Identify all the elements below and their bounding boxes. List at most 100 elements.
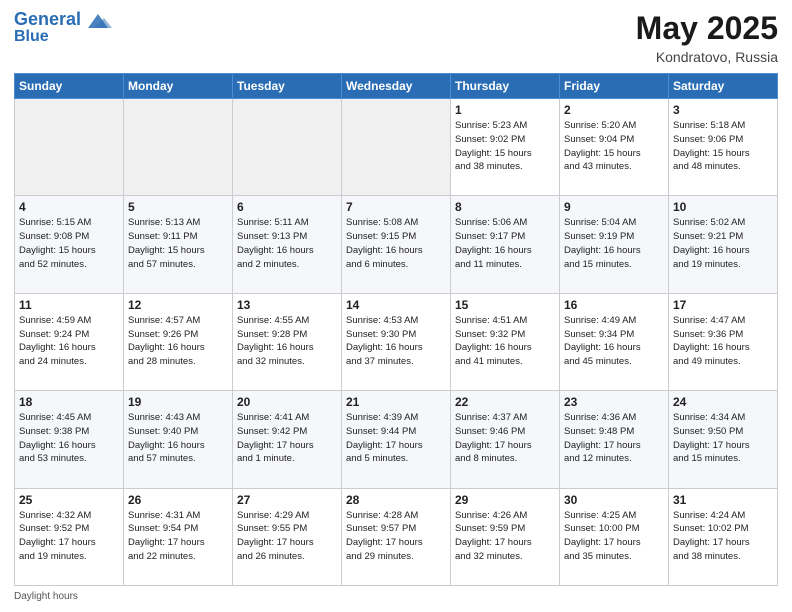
calendar-week-3: 11 Sunrise: 4:59 AMSunset: 9:24 PMDayligh… bbox=[15, 293, 778, 390]
calendar-cell bbox=[342, 99, 451, 196]
day-number: 4 bbox=[19, 200, 119, 214]
day-number: 26 bbox=[128, 493, 228, 507]
col-friday: Friday bbox=[560, 74, 669, 99]
day-number: 29 bbox=[455, 493, 555, 507]
day-info: Sunrise: 4:28 AMSunset: 9:57 PMDaylight:… bbox=[346, 509, 446, 564]
day-number: 1 bbox=[455, 103, 555, 117]
day-info: Sunrise: 4:45 AMSunset: 9:38 PMDaylight:… bbox=[19, 411, 119, 466]
day-info: Sunrise: 4:37 AMSunset: 9:46 PMDaylight:… bbox=[455, 411, 555, 466]
day-info: Sunrise: 4:39 AMSunset: 9:44 PMDaylight:… bbox=[346, 411, 446, 466]
day-number: 5 bbox=[128, 200, 228, 214]
day-number: 10 bbox=[673, 200, 773, 214]
day-info: Sunrise: 5:02 AMSunset: 9:21 PMDaylight:… bbox=[673, 216, 773, 271]
logo-blue-text: Blue bbox=[14, 28, 49, 46]
day-number: 3 bbox=[673, 103, 773, 117]
col-thursday: Thursday bbox=[451, 74, 560, 99]
day-info: Sunrise: 5:20 AMSunset: 9:04 PMDaylight:… bbox=[564, 119, 664, 174]
day-info: Sunrise: 5:04 AMSunset: 9:19 PMDaylight:… bbox=[564, 216, 664, 271]
col-monday: Monday bbox=[124, 74, 233, 99]
day-info: Sunrise: 4:31 AMSunset: 9:54 PMDaylight:… bbox=[128, 509, 228, 564]
calendar-cell bbox=[15, 99, 124, 196]
calendar-cell: 6 Sunrise: 5:11 AMSunset: 9:13 PMDaylight… bbox=[233, 196, 342, 293]
day-number: 12 bbox=[128, 298, 228, 312]
calendar-week-2: 4 Sunrise: 5:15 AMSunset: 9:08 PMDaylight… bbox=[15, 196, 778, 293]
day-info: Sunrise: 4:57 AMSunset: 9:26 PMDaylight:… bbox=[128, 314, 228, 369]
day-info: Sunrise: 4:55 AMSunset: 9:28 PMDaylight:… bbox=[237, 314, 337, 369]
day-number: 19 bbox=[128, 395, 228, 409]
calendar-cell: 3 Sunrise: 5:18 AMSunset: 9:06 PMDaylight… bbox=[669, 99, 778, 196]
calendar-table: Sunday Monday Tuesday Wednesday Thursday… bbox=[14, 73, 778, 586]
calendar-cell: 18 Sunrise: 4:45 AMSunset: 9:38 PMDayligh… bbox=[15, 391, 124, 488]
day-number: 20 bbox=[237, 395, 337, 409]
day-number: 14 bbox=[346, 298, 446, 312]
calendar-cell bbox=[233, 99, 342, 196]
calendar-cell: 12 Sunrise: 4:57 AMSunset: 9:26 PMDayligh… bbox=[124, 293, 233, 390]
day-number: 23 bbox=[564, 395, 664, 409]
calendar-cell: 29 Sunrise: 4:26 AMSunset: 9:59 PMDayligh… bbox=[451, 488, 560, 585]
day-info: Sunrise: 4:25 AMSunset: 10:00 PMDaylight… bbox=[564, 509, 664, 564]
day-info: Sunrise: 4:47 AMSunset: 9:36 PMDaylight:… bbox=[673, 314, 773, 369]
calendar-cell: 8Sunrise: 5:06 AMSunset: 9:17 PMDaylight… bbox=[451, 196, 560, 293]
day-info: Sunrise: 4:59 AMSunset: 9:24 PMDaylight:… bbox=[19, 314, 119, 369]
day-number: 6 bbox=[237, 200, 337, 214]
day-number: 24 bbox=[673, 395, 773, 409]
col-saturday: Saturday bbox=[669, 74, 778, 99]
calendar-cell: 31 Sunrise: 4:24 AMSunset: 10:02 PMDaylig… bbox=[669, 488, 778, 585]
day-number: 15 bbox=[455, 298, 555, 312]
day-number: 11 bbox=[19, 298, 119, 312]
day-number: 8 bbox=[455, 200, 555, 214]
header: General Blue May 2025 Kondratovo, Russia bbox=[14, 10, 778, 65]
day-info: Sunrise: 4:34 AMSunset: 9:50 PMDaylight:… bbox=[673, 411, 773, 466]
day-info: Sunrise: 4:29 AMSunset: 9:55 PMDaylight:… bbox=[237, 509, 337, 564]
day-info: Sunrise: 5:13 AMSunset: 9:11 PMDaylight:… bbox=[128, 216, 228, 271]
day-number: 21 bbox=[346, 395, 446, 409]
day-number: 9 bbox=[564, 200, 664, 214]
day-number: 25 bbox=[19, 493, 119, 507]
day-info: Sunrise: 4:24 AMSunset: 10:02 PMDaylight… bbox=[673, 509, 773, 564]
day-number: 17 bbox=[673, 298, 773, 312]
calendar-cell: 23Sunrise: 4:36 AMSunset: 9:48 PMDayligh… bbox=[560, 391, 669, 488]
calendar-cell: 30 Sunrise: 4:25 AMSunset: 10:00 PMDaylig… bbox=[560, 488, 669, 585]
calendar-cell: 7 Sunrise: 5:08 AMSunset: 9:15 PMDaylight… bbox=[342, 196, 451, 293]
day-number: 7 bbox=[346, 200, 446, 214]
col-tuesday: Tuesday bbox=[233, 74, 342, 99]
logo-text: General bbox=[14, 10, 81, 30]
day-number: 31 bbox=[673, 493, 773, 507]
calendar-cell: 15Sunrise: 4:51 AMSunset: 9:32 PMDayligh… bbox=[451, 293, 560, 390]
calendar-week-4: 18 Sunrise: 4:45 AMSunset: 9:38 PMDayligh… bbox=[15, 391, 778, 488]
calendar-cell: 25Sunrise: 4:32 AMSunset: 9:52 PMDayligh… bbox=[15, 488, 124, 585]
day-number: 30 bbox=[564, 493, 664, 507]
calendar-body: 1Sunrise: 5:23 AMSunset: 9:02 PMDaylight… bbox=[15, 99, 778, 586]
logo: General Blue bbox=[14, 10, 112, 46]
day-info: Sunrise: 5:11 AMSunset: 9:13 PMDaylight:… bbox=[237, 216, 337, 271]
calendar-cell: 24 Sunrise: 4:34 AMSunset: 9:50 PMDayligh… bbox=[669, 391, 778, 488]
calendar-cell: 21 Sunrise: 4:39 AMSunset: 9:44 PMDayligh… bbox=[342, 391, 451, 488]
day-info: Sunrise: 5:08 AMSunset: 9:15 PMDaylight:… bbox=[346, 216, 446, 271]
calendar-cell: 11 Sunrise: 4:59 AMSunset: 9:24 PMDayligh… bbox=[15, 293, 124, 390]
title-location: Kondratovo, Russia bbox=[636, 49, 778, 65]
day-info: Sunrise: 5:15 AMSunset: 9:08 PMDaylight:… bbox=[19, 216, 119, 271]
day-info: Sunrise: 4:53 AMSunset: 9:30 PMDaylight:… bbox=[346, 314, 446, 369]
calendar-cell: 20 Sunrise: 4:41 AMSunset: 9:42 PMDayligh… bbox=[233, 391, 342, 488]
calendar-cell: 27Sunrise: 4:29 AMSunset: 9:55 PMDayligh… bbox=[233, 488, 342, 585]
day-number: 18 bbox=[19, 395, 119, 409]
calendar-week-5: 25Sunrise: 4:32 AMSunset: 9:52 PMDayligh… bbox=[15, 488, 778, 585]
day-info: Sunrise: 4:43 AMSunset: 9:40 PMDaylight:… bbox=[128, 411, 228, 466]
calendar-cell: 4 Sunrise: 5:15 AMSunset: 9:08 PMDaylight… bbox=[15, 196, 124, 293]
calendar-cell: 1Sunrise: 5:23 AMSunset: 9:02 PMDaylight… bbox=[451, 99, 560, 196]
day-number: 16 bbox=[564, 298, 664, 312]
day-info: Sunrise: 4:26 AMSunset: 9:59 PMDaylight:… bbox=[455, 509, 555, 564]
col-wednesday: Wednesday bbox=[342, 74, 451, 99]
calendar-cell: 2Sunrise: 5:20 AMSunset: 9:04 PMDaylight… bbox=[560, 99, 669, 196]
calendar-cell: 16Sunrise: 4:49 AMSunset: 9:34 PMDayligh… bbox=[560, 293, 669, 390]
calendar-cell: 13Sunrise: 4:55 AMSunset: 9:28 PMDayligh… bbox=[233, 293, 342, 390]
calendar-cell: 22Sunrise: 4:37 AMSunset: 9:46 PMDayligh… bbox=[451, 391, 560, 488]
day-info: Sunrise: 4:41 AMSunset: 9:42 PMDaylight:… bbox=[237, 411, 337, 466]
calendar-cell: 19 Sunrise: 4:43 AMSunset: 9:40 PMDayligh… bbox=[124, 391, 233, 488]
calendar-week-1: 1Sunrise: 5:23 AMSunset: 9:02 PMDaylight… bbox=[15, 99, 778, 196]
calendar-cell: 26 Sunrise: 4:31 AMSunset: 9:54 PMDayligh… bbox=[124, 488, 233, 585]
page: General Blue May 2025 Kondratovo, Russia… bbox=[0, 0, 792, 612]
calendar-cell: 17 Sunrise: 4:47 AMSunset: 9:36 PMDayligh… bbox=[669, 293, 778, 390]
day-info: Sunrise: 5:18 AMSunset: 9:06 PMDaylight:… bbox=[673, 119, 773, 174]
calendar-cell: 10 Sunrise: 5:02 AMSunset: 9:21 PMDayligh… bbox=[669, 196, 778, 293]
